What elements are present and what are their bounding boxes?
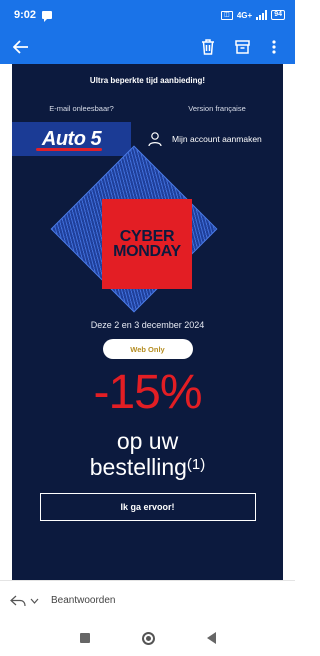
- battery-icon: 94: [271, 10, 285, 20]
- reply-label[interactable]: Beantwoorden: [51, 595, 116, 606]
- promo-dates: Deze 2 en 3 december 2024: [90, 320, 205, 330]
- network-type: 4G+: [236, 10, 253, 20]
- vibrate-icon: ◫: [220, 10, 233, 20]
- account-label: Mijn account aanmaken: [172, 134, 262, 144]
- create-account-link[interactable]: Mijn account aanmaken: [147, 131, 262, 147]
- monday-text: MONDAY: [113, 243, 181, 260]
- reply-icon[interactable]: [10, 595, 26, 607]
- chevron-down-icon[interactable]: [30, 598, 39, 604]
- status-bar: 9:02 ◫ 4G+ 94: [0, 0, 295, 30]
- user-icon: [148, 132, 162, 147]
- system-nav-bar: [0, 620, 295, 656]
- logo-swoosh: [36, 148, 102, 151]
- status-time: 9:02: [14, 9, 37, 21]
- promo-headline: Ultra beperkte tijd aanbieding!: [89, 76, 206, 85]
- archive-icon[interactable]: [229, 34, 255, 60]
- header-links: E-mail onleesbaar? Version française: [12, 104, 283, 113]
- email-unreadable-link[interactable]: E-mail onleesbaar?: [49, 104, 114, 113]
- auto5-logo[interactable]: Auto 5: [12, 122, 131, 156]
- home-icon[interactable]: [141, 631, 155, 645]
- app-bar: [0, 30, 295, 64]
- discount-line-2: bestelling(1): [12, 453, 283, 479]
- brand-row: Auto 5 Mijn account aanmaken: [12, 122, 283, 156]
- recents-icon[interactable]: [79, 633, 90, 643]
- cta-button[interactable]: Ik ga ervoor!: [39, 493, 256, 521]
- discount-line-1: op uw: [116, 428, 179, 454]
- french-version-link[interactable]: Version française: [188, 104, 246, 113]
- email-body: Ultra beperkte tijd aanbieding! E-mail o…: [12, 64, 283, 580]
- reply-bar[interactable]: Beantwoorden: [0, 580, 295, 620]
- discount-value: -15%: [93, 366, 202, 419]
- signal-icon: [256, 10, 268, 20]
- message-notification-icon: [42, 11, 53, 22]
- footnote-marker: (1): [186, 456, 206, 473]
- discount-line-2-text: bestelling: [89, 454, 187, 480]
- cyber-monday-badge: CYBER MONDAY: [102, 199, 192, 289]
- trash-icon[interactable]: [195, 34, 221, 60]
- web-only-badge: Web Only: [102, 339, 193, 359]
- cyber-text: CYBER: [119, 228, 175, 245]
- more-vertical-icon[interactable]: [261, 34, 287, 60]
- status-indicators: ◫ 4G+ 94: [220, 10, 285, 20]
- cyber-monday-graphic[interactable]: CYBER MONDAY: [12, 145, 283, 320]
- back-arrow-icon[interactable]: [8, 34, 34, 60]
- back-icon[interactable]: [206, 632, 216, 644]
